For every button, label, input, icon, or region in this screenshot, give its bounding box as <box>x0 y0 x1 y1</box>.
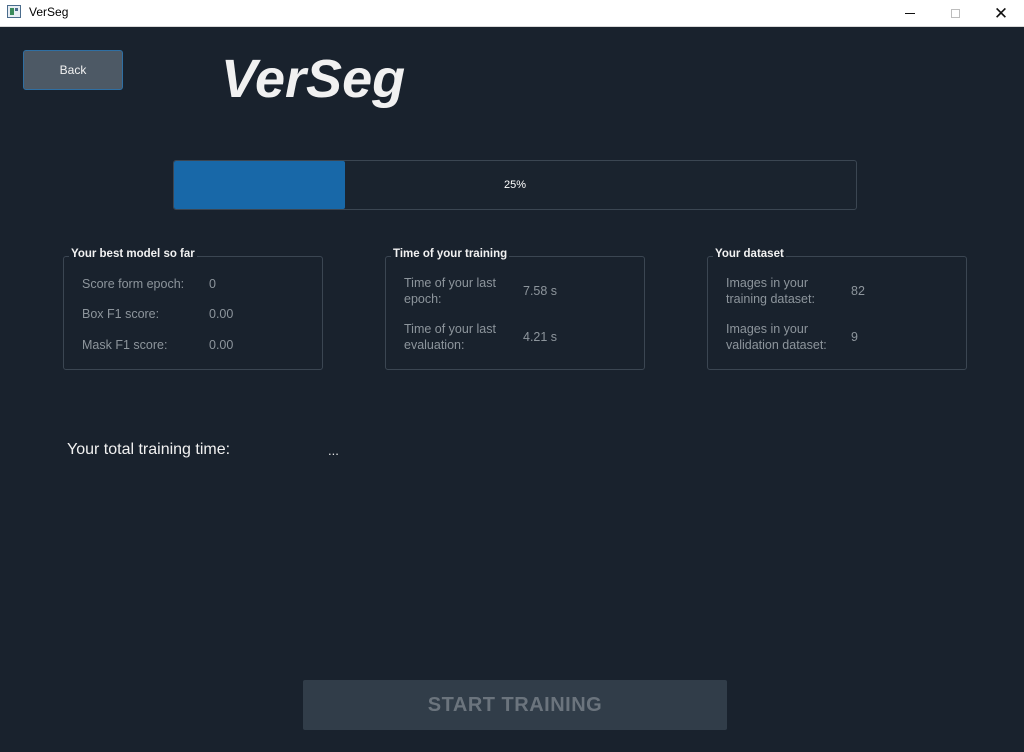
minimize-button[interactable] <box>887 0 933 26</box>
training-images-label-line2: training dataset: <box>726 292 815 306</box>
last-epoch-label: Time of your last epoch: <box>404 275 496 307</box>
last-epoch-label-line1: Time of your last <box>404 276 496 290</box>
app-title: VerSeg <box>221 49 406 109</box>
last-evaluation-value: 4.21 s <box>523 330 558 344</box>
last-epoch-label-line2: epoch: <box>404 292 442 306</box>
training-images-label: Images in your training dataset: <box>726 275 815 307</box>
close-button[interactable]: ✕ <box>978 0 1024 26</box>
box-f1-value: 0.00 <box>209 307 234 321</box>
box-f1-label: Box F1 score: <box>82 307 160 321</box>
back-button[interactable]: Back <box>23 50 123 90</box>
minimize-icon <box>905 12 915 14</box>
validation-images-label-line2: validation dataset: <box>726 338 827 352</box>
best-model-title: Your best model so far <box>69 248 197 260</box>
last-epoch-value: 7.58 s <box>523 284 558 298</box>
validation-images-label-line1: Images in your <box>726 322 808 336</box>
last-evaluation-label-line2: evaluation: <box>404 338 465 352</box>
total-training-time-label: Your total training time: <box>67 441 231 458</box>
total-training-time-value: ... <box>328 443 339 458</box>
progress-text: 25% <box>503 179 527 191</box>
mask-f1-value: 0.00 <box>209 338 234 352</box>
training-images-label-line1: Images in your <box>726 276 808 290</box>
training-images-value: 82 <box>851 284 865 298</box>
maximize-button[interactable] <box>932 0 978 26</box>
mask-f1-label: Mask F1 score: <box>82 338 168 352</box>
best-model-group: Your best model so far Score form epoch:… <box>63 248 323 370</box>
score-epoch-value: 0 <box>209 277 216 291</box>
start-training-button[interactable]: START TRAINING <box>303 680 727 730</box>
last-evaluation-label-line1: Time of your last <box>404 322 496 336</box>
validation-images-value: 9 <box>851 330 858 344</box>
validation-images-label: Images in your validation dataset: <box>726 321 827 353</box>
training-time-title: Time of your training <box>391 248 510 260</box>
last-evaluation-label: Time of your last evaluation: <box>404 321 496 353</box>
score-epoch-label: Score form epoch: <box>82 277 185 291</box>
maximize-icon <box>950 8 960 18</box>
dataset-title: Your dataset <box>713 248 786 260</box>
window-title: VerSeg <box>29 5 69 19</box>
app-icon <box>7 5 21 18</box>
training-progress-bar: 25% <box>173 160 857 210</box>
window-title-bar: VerSeg ✕ <box>0 0 1024 27</box>
close-icon: ✕ <box>993 3 1009 23</box>
dataset-group: Your dataset Images in your training dat… <box>707 248 967 370</box>
training-time-group: Time of your training Time of your last … <box>385 248 645 370</box>
